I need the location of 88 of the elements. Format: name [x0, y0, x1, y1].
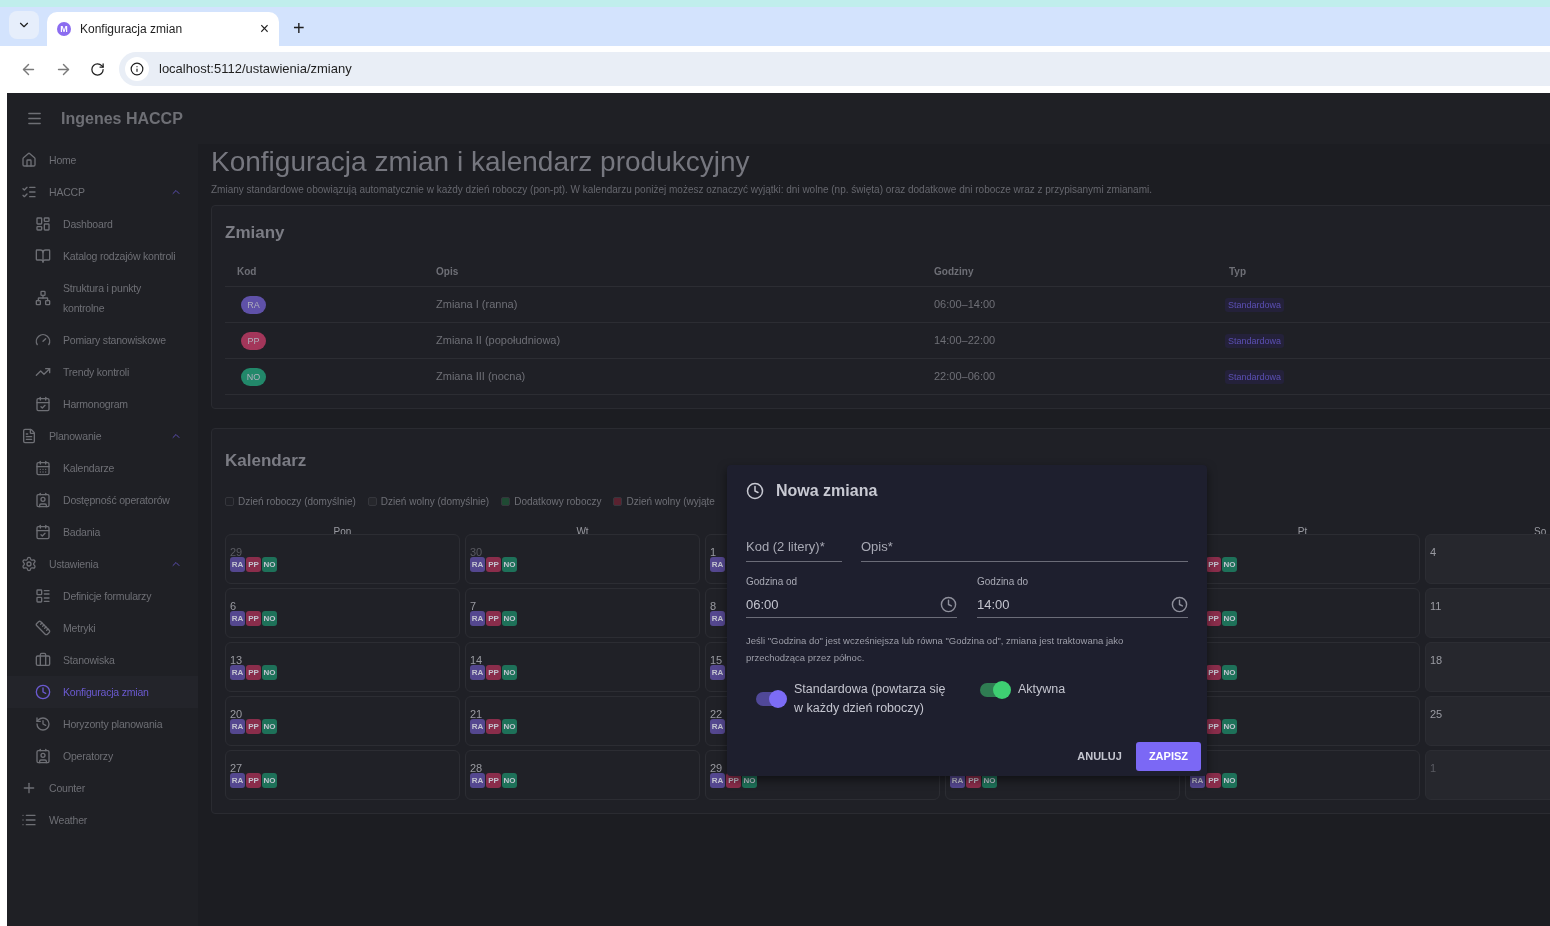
day-number: 29 [710, 762, 723, 774]
section-title: Kalendarz [225, 450, 308, 472]
shift-chip: NO [262, 719, 277, 734]
column-header: Opis [435, 265, 459, 279]
app-favicon: M [57, 22, 71, 36]
day-number: 27 [230, 762, 243, 774]
table-cell-text: 14:00–22:00 [933, 333, 996, 349]
shift-chip: RA [710, 719, 725, 734]
shift-chip: PP [486, 611, 501, 626]
shift-chip: PP [246, 773, 261, 788]
legend-label: Dzień wolny (domyślnie) [380, 495, 490, 509]
day-number: 30 [470, 546, 483, 558]
type-tag: Standardowa [1225, 334, 1285, 349]
shift-code-badge: NO [241, 367, 266, 386]
column-header: Godziny [933, 265, 974, 279]
switch-label: Standardowa (powtarza się w każdy dzień roboczy) [794, 681, 946, 717]
day-number: 8 [710, 600, 717, 612]
shift-chip: RA [470, 773, 485, 788]
shift-chip: RA [710, 665, 725, 680]
shift-chip: PP [486, 773, 501, 788]
shift-code-badge: PP [241, 331, 266, 350]
shift-chip: PP [246, 665, 261, 680]
day-number: 21 [470, 708, 483, 720]
type-tag: Standardowa [1225, 370, 1285, 385]
shift-chip: RA [230, 557, 245, 572]
shift-chip: RA [470, 557, 485, 572]
shift-chip: NO [502, 719, 517, 734]
shift-chip: RA [230, 773, 245, 788]
shift-chip: RA [470, 611, 485, 626]
shift-chip: NO [262, 557, 277, 572]
shift-chip: NO [502, 557, 517, 572]
shift-chip: NO [502, 665, 517, 680]
day-number: 22 [710, 708, 723, 720]
shift-chip: PP [1206, 773, 1221, 788]
shift-chip: PP [246, 719, 261, 734]
table-cell-text: Zmiana I (ranna) [435, 297, 518, 313]
shift-chip: PP [486, 665, 501, 680]
shift-chip: NO [1222, 773, 1237, 788]
table-cell-text: 22:00–06:00 [933, 369, 996, 385]
day-number: 18 [1430, 654, 1443, 666]
shift-chip: PP [246, 611, 261, 626]
type-tag: Standardowa [1225, 298, 1285, 313]
shift-chip: RA [470, 665, 485, 680]
shift-chip: PP [486, 719, 501, 734]
section-title: Zmiany [225, 222, 286, 244]
shift-chip: NO [1222, 611, 1237, 626]
table-cell-text: Zmiana III (nocna) [435, 369, 526, 385]
legend-label: Dzień wolny (wyjąte [626, 495, 715, 509]
day-number: 7 [470, 600, 477, 612]
shift-code-badge: RA [241, 295, 266, 314]
day-number: 11 [1430, 600, 1442, 612]
shift-chip: RA [230, 719, 245, 734]
shift-chip: NO [502, 773, 517, 788]
table-cell-text: 06:00–14:00 [933, 297, 996, 313]
table-cell-text: Zmiana II (popołudniowa) [435, 333, 561, 349]
shift-chip: RA [470, 719, 485, 734]
legend-label: Dzień roboczy (domyślnie) [238, 495, 356, 509]
shift-chip: NO [262, 665, 277, 680]
shift-chip: NO [1222, 665, 1237, 680]
shift-chip: RA [230, 611, 245, 626]
column-header: Kod [236, 265, 257, 279]
shift-chip: NO [262, 773, 277, 788]
day-number: 1 [710, 546, 717, 558]
shift-chip: PP [246, 557, 261, 572]
day-number: 13 [230, 654, 243, 666]
day-number: 14 [470, 654, 483, 666]
day-number: 6 [230, 600, 237, 612]
day-number: 28 [470, 762, 483, 774]
shift-chip: RA [710, 611, 725, 626]
shift-chip: NO [502, 611, 517, 626]
day-number: 25 [1430, 708, 1443, 720]
dialog-title: Nowa zmiana [776, 481, 878, 501]
shift-chip: RA [710, 557, 725, 572]
page-description: Zmiany standardowe obowiązują automatycznie w każdy dzień roboczy (pon-pt). W kalendarzu poniżej możesz oznaczyć wyjątki: dni wolne (np. święta) oraz dodatkowe dni robocze wraz z przypisanymi zmianami. [211, 183, 1153, 197]
shift-chip: NO [1222, 719, 1237, 734]
shift-chip: RA [230, 665, 245, 680]
shift-chip: NO [262, 611, 277, 626]
legend-label: Dodatkowy roboczy [514, 495, 602, 509]
hint-text: Jeśli "Godzina do" jest wcześniejsza lub równa "Godzina od", zmiana jest traktowana jako przechodząca przez północ. [746, 634, 1125, 665]
shift-chip: NO [1222, 557, 1237, 572]
page-title: Konfiguracja zmian i kalendarz produkcyjny [211, 145, 751, 179]
day-number: 4 [1430, 546, 1437, 558]
shift-chip: PP [486, 557, 501, 572]
column-header: Typ [1228, 265, 1247, 279]
day-number: 20 [230, 708, 243, 720]
day-number: 15 [710, 654, 723, 666]
switch-label: Aktywna [1018, 681, 1066, 698]
shift-chip: RA [710, 773, 725, 788]
